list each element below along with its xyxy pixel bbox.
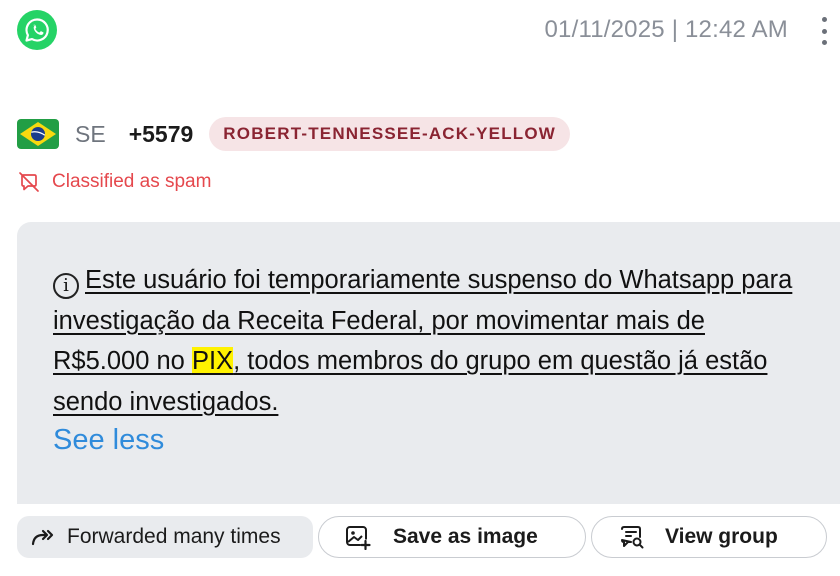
sender-info: SE +5579 ROBERT-TENNESSEE-ACK-YELLOW	[17, 116, 571, 152]
message-actions: Forwarded many times Save as image View …	[17, 516, 827, 558]
message-card: i Este usuário foi temporariamente suspen…	[17, 222, 840, 504]
whatsapp-icon	[17, 10, 57, 50]
message-body: i Este usuário foi temporariamente suspen…	[53, 260, 793, 422]
forwarded-label: Forwarded many times	[67, 525, 281, 548]
sender-phone: +5579	[128, 120, 194, 147]
brazil-flag-icon	[17, 119, 59, 149]
forwarded-badge: Forwarded many times	[17, 516, 313, 558]
save-as-image-button[interactable]: Save as image	[318, 516, 586, 558]
spam-label: Classified as spam	[52, 171, 212, 192]
region-code: SE	[75, 120, 106, 147]
message-timestamp: 01/11/2025 | 12:42 AM	[544, 16, 788, 43]
save-as-image-label: Save as image	[393, 525, 538, 548]
message-detail-panel: 01/11/2025 | 12:42 AM SE +5579 ROBERT-TE…	[0, 0, 840, 576]
spam-icon	[19, 172, 39, 192]
info-icon: i	[53, 273, 79, 299]
forward-icon	[31, 529, 54, 546]
dot	[821, 17, 827, 22]
see-less-link[interactable]: See less	[53, 424, 164, 457]
message-highlight: PIX	[191, 347, 234, 375]
view-group-label: View group	[665, 525, 778, 548]
spam-status: Classified as spam	[17, 170, 211, 194]
more-vertical-icon[interactable]	[818, 14, 830, 48]
image-add-icon	[346, 526, 371, 550]
chat-search-icon	[621, 526, 644, 549]
view-group-button[interactable]: View group	[591, 516, 827, 558]
dot	[821, 40, 827, 45]
group-tag-badge[interactable]: ROBERT-TENNESSEE-ACK-YELLOW	[209, 117, 571, 151]
dot	[821, 28, 827, 34]
